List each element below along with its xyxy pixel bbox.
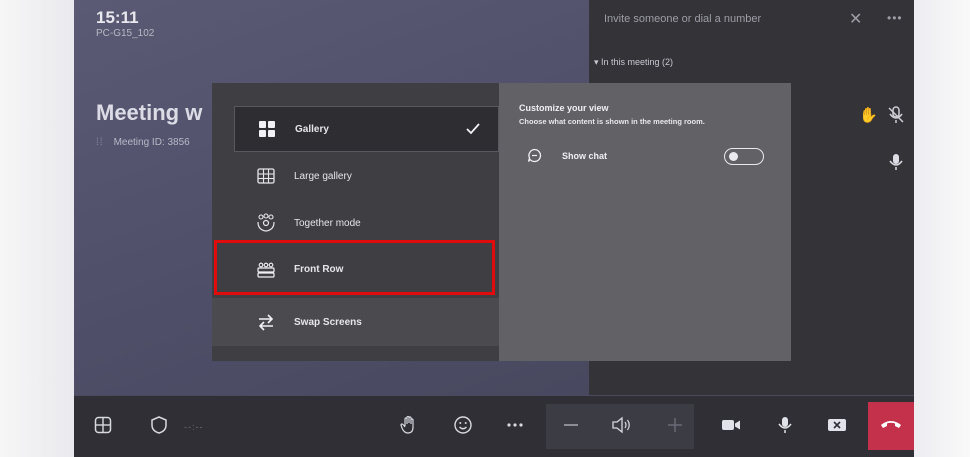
view-layout-dialog: Gallery Large gallery Together mode Fron… <box>212 83 791 361</box>
customize-title: Customize your view <box>519 103 609 113</box>
front-row-icon <box>256 259 276 279</box>
close-icon[interactable]: ✕ <box>849 9 862 29</box>
view-option-label: Gallery <box>295 123 329 135</box>
view-option-label: Together mode <box>294 217 361 229</box>
view-option-label: Front Row <box>294 263 344 275</box>
more-icon[interactable]: ••• <box>887 11 903 25</box>
teams-room-screen: 15:11 PC-G15_102 Meeting w ⁞⁞ Meeting ID:… <box>74 0 914 457</box>
bezel-right <box>910 0 970 457</box>
customize-view-panel: Customize your view Choose what content … <box>499 83 791 361</box>
mic-on-icon <box>889 154 903 170</box>
show-chat-toggle[interactable] <box>724 148 764 165</box>
layout-icon[interactable] <box>90 412 116 438</box>
view-option-large-gallery[interactable]: Large gallery <box>234 153 499 199</box>
view-option-swap-screens[interactable]: Swap Screens <box>212 298 499 346</box>
dialpad-icon: ⁞⁞ <box>96 137 104 148</box>
microphone-icon[interactable] <box>772 412 798 438</box>
in-meeting-header[interactable]: ▾ In this meeting (2) <box>594 57 673 68</box>
meeting-id-text: Meeting ID: 3856 <box>113 137 190 148</box>
invite-input[interactable]: Invite someone or dial a number <box>604 13 761 25</box>
device-name: PC-G15_102 <box>96 28 155 39</box>
view-option-front-row[interactable]: Front Row <box>234 246 499 292</box>
status-text: --:-- <box>184 422 204 432</box>
toggle-knob <box>729 151 738 161</box>
large-gallery-icon <box>256 166 276 186</box>
camera-icon[interactable] <box>718 412 744 438</box>
view-option-list: Gallery Large gallery Together mode Fron… <box>212 83 499 361</box>
reactions-icon[interactable] <box>450 412 476 438</box>
meeting-title: Meeting w <box>96 100 203 125</box>
meeting-toolbar: --:-- <box>74 396 914 457</box>
volume-down-icon[interactable] <box>558 412 584 438</box>
show-chat-row: Show chat <box>527 148 607 163</box>
view-option-label: Large gallery <box>294 170 352 182</box>
hang-up-button[interactable] <box>868 402 914 450</box>
shield-icon[interactable] <box>146 412 172 438</box>
view-option-together-mode[interactable]: Together mode <box>234 200 499 246</box>
checkmark-icon <box>464 120 482 141</box>
speaker-icon[interactable] <box>608 412 634 438</box>
view-option-gallery[interactable]: Gallery <box>234 106 499 152</box>
share-screen-icon[interactable] <box>824 412 850 438</box>
hang-up-icon <box>879 416 903 437</box>
volume-up-icon[interactable] <box>662 412 688 438</box>
more-options-icon[interactable] <box>502 412 528 438</box>
swap-screens-icon <box>256 312 276 332</box>
customize-description: Choose what content is shown in the meet… <box>519 117 705 126</box>
clock-time: 15:11 <box>96 8 139 27</box>
view-option-label: Swap Screens <box>294 316 362 328</box>
bezel-left <box>0 0 76 457</box>
together-mode-icon <box>256 213 276 233</box>
mic-off-icon <box>888 106 904 123</box>
show-chat-label: Show chat <box>562 150 608 161</box>
hand-raised-icon: ✋ <box>859 107 878 124</box>
chat-icon <box>527 148 542 163</box>
raise-hand-icon[interactable] <box>396 412 422 438</box>
meeting-id: ⁞⁞ Meeting ID: 3856 <box>96 137 190 148</box>
gallery-icon <box>257 119 277 139</box>
